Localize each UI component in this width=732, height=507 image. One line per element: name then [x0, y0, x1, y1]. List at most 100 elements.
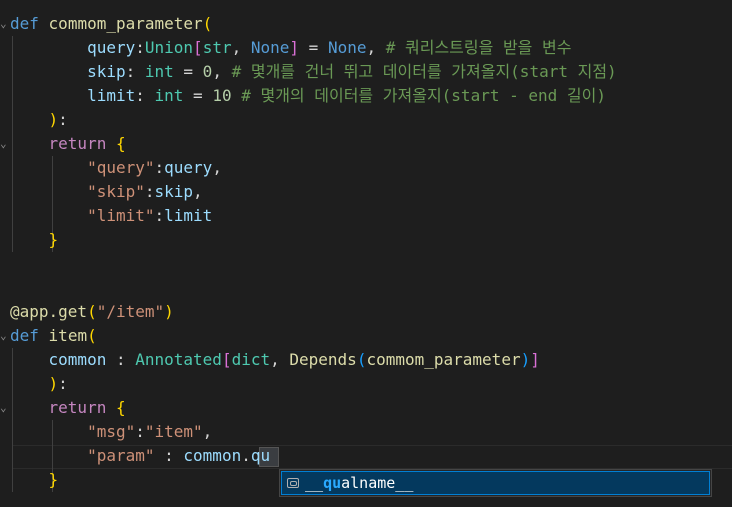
code-token: [	[193, 38, 203, 57]
code-token: limit	[87, 86, 136, 105]
code-token: }	[48, 230, 59, 249]
code-token: qu	[250, 446, 271, 465]
code-token: "param"	[87, 446, 155, 465]
code-token: {	[115, 134, 126, 153]
code-token: ,	[366, 38, 386, 57]
suggestion-label: __qualname__	[305, 474, 414, 492]
fold-chevron-icon[interactable]: ⌄	[0, 324, 8, 348]
code-line[interactable]: common : Annotated[dict, Depends(commom_…	[10, 348, 540, 372]
code-token: :	[144, 182, 155, 201]
code-line[interactable]: "limit":limit	[10, 204, 212, 228]
code-token: Depends	[289, 350, 357, 369]
code-token: =	[183, 86, 213, 105]
code-line[interactable]: limit: int = 10 # 몇개의 데이터를 가져올지(start - …	[10, 84, 606, 108]
code-line[interactable]: return {	[10, 132, 126, 156]
code-token: (	[87, 302, 97, 321]
code-token: # 몇개를 건너 뛰고 데이터를 가져올지(start 지점)	[231, 62, 617, 81]
code-editor[interactable]: ⌄ ⌄ ⌄ ⌄ def commom_parameter( query:Union[s…	[0, 0, 732, 507]
code-token: :	[58, 374, 68, 393]
code-token: ]	[530, 350, 540, 369]
code-line[interactable]: "msg":"item",	[10, 420, 212, 444]
code-token: =	[173, 62, 203, 81]
code-token: common	[183, 446, 242, 465]
code-token: None	[250, 38, 290, 57]
code-token: {	[115, 398, 126, 417]
fold-chevron-icon[interactable]: ⌄	[0, 12, 8, 36]
code-line[interactable]: "query":query,	[10, 156, 222, 180]
code-token: :	[154, 158, 165, 177]
code-token: int	[154, 86, 184, 105]
code-token: )	[164, 302, 174, 321]
code-token: common	[48, 350, 107, 369]
code-token: 0	[202, 62, 213, 81]
code-token: Union	[144, 38, 194, 57]
code-line[interactable]: }	[10, 468, 59, 492]
code-token: "limit"	[87, 206, 155, 225]
code-token: Annotated	[135, 350, 222, 369]
code-token: :	[135, 86, 155, 105]
code-token: :	[106, 350, 136, 369]
code-line[interactable]: skip: int = 0, # 몇개를 건너 뛰고 데이터를 가져올지(sta…	[10, 60, 617, 84]
code-token: (	[202, 14, 213, 33]
code-line[interactable]: def item(	[10, 324, 97, 348]
code-token: "msg"	[87, 422, 136, 441]
code-token: None	[327, 38, 367, 57]
code-line[interactable]: def commom_parameter(	[10, 12, 212, 36]
code-token: "item"	[144, 422, 203, 441]
code-token: :	[135, 38, 145, 57]
code-line[interactable]: }	[10, 228, 59, 252]
code-line[interactable]: @app.get("/item")	[10, 300, 174, 324]
autocomplete-widget[interactable]: __qualname__	[279, 469, 712, 497]
code-token: int	[144, 62, 174, 81]
code-token: =	[299, 38, 328, 57]
code-token: :	[125, 62, 145, 81]
code-token: "skip"	[87, 182, 145, 201]
code-token: ,	[270, 350, 290, 369]
code-token: dict	[231, 350, 271, 369]
code-token: :	[58, 110, 68, 129]
code-token: (	[87, 326, 97, 345]
code-line[interactable]: query:Union[str, None] = None, # 쿼리스트링을 …	[10, 36, 571, 60]
fold-chevron-icon[interactable]: ⌄	[0, 396, 8, 420]
code-line[interactable]: "param" : common.qu	[10, 444, 270, 468]
code-token: .	[241, 446, 251, 465]
code-token: )	[48, 110, 59, 129]
code-token: commom_parameter	[366, 350, 521, 369]
code-token: 10	[212, 86, 232, 105]
code-token: ,	[212, 158, 222, 177]
code-token: "query"	[87, 158, 155, 177]
code-token: )	[48, 374, 59, 393]
code-token: "/item"	[96, 302, 165, 321]
code-token: return	[48, 134, 107, 153]
suggestion-item[interactable]: __qualname__	[281, 471, 710, 495]
code-token: (	[356, 350, 367, 369]
code-token: query	[87, 38, 136, 57]
code-token: commom_parameter	[48, 14, 203, 33]
code-token: skip	[154, 182, 194, 201]
code-token: ,	[212, 62, 232, 81]
code-token: # 몇개의 데이터를 가져올지(start - end 길이)	[241, 86, 606, 105]
code-token: ,	[193, 182, 203, 201]
fold-chevron-icon[interactable]: ⌄	[0, 132, 8, 156]
code-line[interactable]: return {	[10, 396, 126, 420]
code-line[interactable]: ):	[10, 108, 68, 132]
code-line[interactable]: ):	[10, 372, 68, 396]
field-icon	[287, 478, 299, 488]
code-line[interactable]: "skip":skip,	[10, 180, 203, 204]
